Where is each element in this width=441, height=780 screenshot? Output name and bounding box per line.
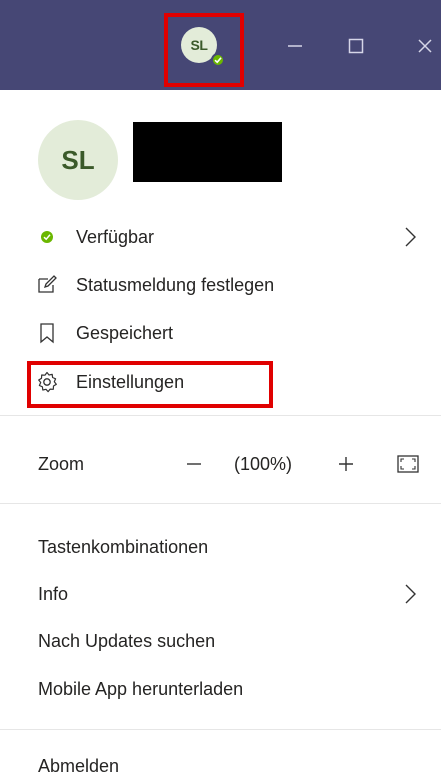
edit-message-icon — [36, 274, 58, 296]
zoom-label: Zoom — [38, 453, 85, 474]
shortcuts-label: Tastenkombinationen — [38, 536, 209, 557]
check-updates-label: Nach Updates suchen — [38, 630, 216, 651]
chevron-right-icon — [405, 227, 416, 247]
minus-icon — [187, 463, 201, 465]
zoom-in-button[interactable] — [334, 452, 358, 476]
shortcuts-menu-item[interactable]: Tastenkombinationen — [0, 527, 441, 567]
maximize-button[interactable] — [336, 26, 376, 66]
status-available-icon — [36, 226, 58, 248]
profile-avatar: SL — [38, 120, 118, 200]
zoom-row: Zoom (100%) — [0, 444, 441, 484]
check-updates-menu-item[interactable]: Nach Updates suchen — [0, 621, 441, 661]
signout-menu-item[interactable]: Abmelden — [0, 746, 441, 780]
divider — [0, 503, 441, 504]
saved-label: Gespeichert — [76, 322, 174, 343]
zoom-out-button[interactable] — [182, 452, 206, 476]
status-label: Verfügbar — [76, 226, 155, 247]
status-message-label: Statusmeldung festlegen — [76, 274, 275, 295]
divider — [0, 415, 441, 416]
maximize-icon — [348, 38, 364, 54]
profile-name-redacted — [133, 122, 282, 182]
highlight-annotation-settings — [27, 361, 273, 408]
info-menu-item[interactable]: Info — [0, 574, 441, 614]
mobile-app-menu-item[interactable]: Mobile App herunterladen — [0, 669, 441, 709]
fullscreen-icon — [397, 455, 419, 473]
title-bar: SL — [0, 0, 441, 90]
chevron-right-icon — [405, 584, 416, 604]
status-menu-item[interactable]: Verfügbar — [0, 217, 441, 257]
status-message-menu-item[interactable]: Statusmeldung festlegen — [0, 265, 441, 305]
close-icon — [418, 39, 432, 53]
minimize-icon — [288, 45, 302, 47]
bookmark-icon — [36, 322, 58, 344]
info-label: Info — [38, 583, 69, 604]
saved-menu-item[interactable]: Gespeichert — [0, 313, 441, 353]
zoom-value: (100%) — [234, 453, 293, 474]
close-button[interactable] — [405, 26, 441, 66]
divider — [0, 729, 441, 730]
fullscreen-button[interactable] — [395, 453, 421, 475]
mobile-app-label: Mobile App herunterladen — [38, 678, 244, 699]
highlight-annotation-avatar — [164, 13, 244, 87]
profile-initials: SL — [61, 144, 95, 175]
minimize-button[interactable] — [275, 26, 315, 66]
plus-icon — [339, 457, 353, 471]
signout-label: Abmelden — [38, 755, 120, 776]
